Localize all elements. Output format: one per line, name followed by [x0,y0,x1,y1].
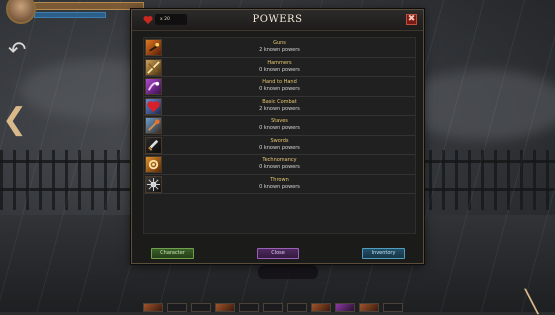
power-count: 0 known powers [259,125,300,131]
power-count: 0 known powers [259,144,300,151]
power-name: Technomancy [262,157,297,163]
player-hud [0,0,145,24]
power-row-basic-combat[interactable]: Basic Combat 2 known powers [144,97,415,116]
hotbar [143,303,433,312]
health-bar [34,2,144,10]
inventory-button[interactable]: Inventory [362,248,405,259]
power-row-technomancy[interactable]: Technomancy 0 known powers [144,155,415,175]
hotbar-slot[interactable] [239,303,259,312]
hotbar-slot[interactable] [335,303,355,312]
hotbar-slot[interactable] [383,303,403,312]
power-count: 2 known powers [259,47,300,53]
power-row-hammers[interactable]: Hammers 0 known powers [144,58,415,77]
power-row-swords[interactable]: Swords 0 known powers [144,136,415,155]
chevron-left-icon[interactable]: ❮ [2,105,27,135]
dialog-titlebar: x 20 POWERS ✖ [132,10,423,31]
power-count: 0 known powers [259,66,300,73]
creature-silhouette [258,265,318,279]
mana-bar [34,12,106,18]
back-arrow-icon[interactable]: ↶ [8,40,34,62]
hotbar-slot[interactable] [167,303,187,312]
close-button[interactable]: Close [257,248,299,259]
character-button[interactable]: Character [151,248,194,259]
power-count: 0 known powers [259,183,300,190]
power-name: Swords [270,137,289,144]
power-name: Basic Combat [262,98,297,105]
power-count: 0 known powers [259,86,300,92]
power-count: 0 known powers [259,164,300,170]
powers-list: Guns 2 known powers Hammers 0 known powe… [143,37,416,234]
power-count: 2 known powers [259,105,300,112]
hotbar-slot[interactable] [215,303,235,312]
hotbar-slot[interactable] [263,303,283,312]
chevron-right-icon[interactable]: ╲ [525,290,545,315]
hotbar-slot[interactable] [143,303,163,312]
hotbar-slot[interactable] [287,303,307,312]
power-row-staves[interactable]: Staves 0 known powers [144,116,415,136]
hotbar-slot[interactable] [359,303,379,312]
power-name: Hand to Hand [262,79,297,85]
power-name: Thrown [270,176,289,183]
power-name: Hammers [267,59,292,66]
hotbar-slot[interactable] [311,303,331,312]
dialog-title: POWERS [252,14,303,25]
powers-dialog: x 20 POWERS ✖ Guns 2 known powers Hammer… [131,9,424,264]
power-row-hand-to-hand[interactable]: Hand to Hand 0 known powers [144,77,415,97]
hotbar-slot[interactable] [191,303,211,312]
power-row-thrown[interactable]: Thrown 0 known powers [144,175,415,194]
power-name: Staves [271,118,288,124]
close-icon[interactable]: ✖ [406,14,417,25]
power-row-guns[interactable]: Guns 2 known powers [144,38,415,58]
power-name: Guns [273,40,286,46]
